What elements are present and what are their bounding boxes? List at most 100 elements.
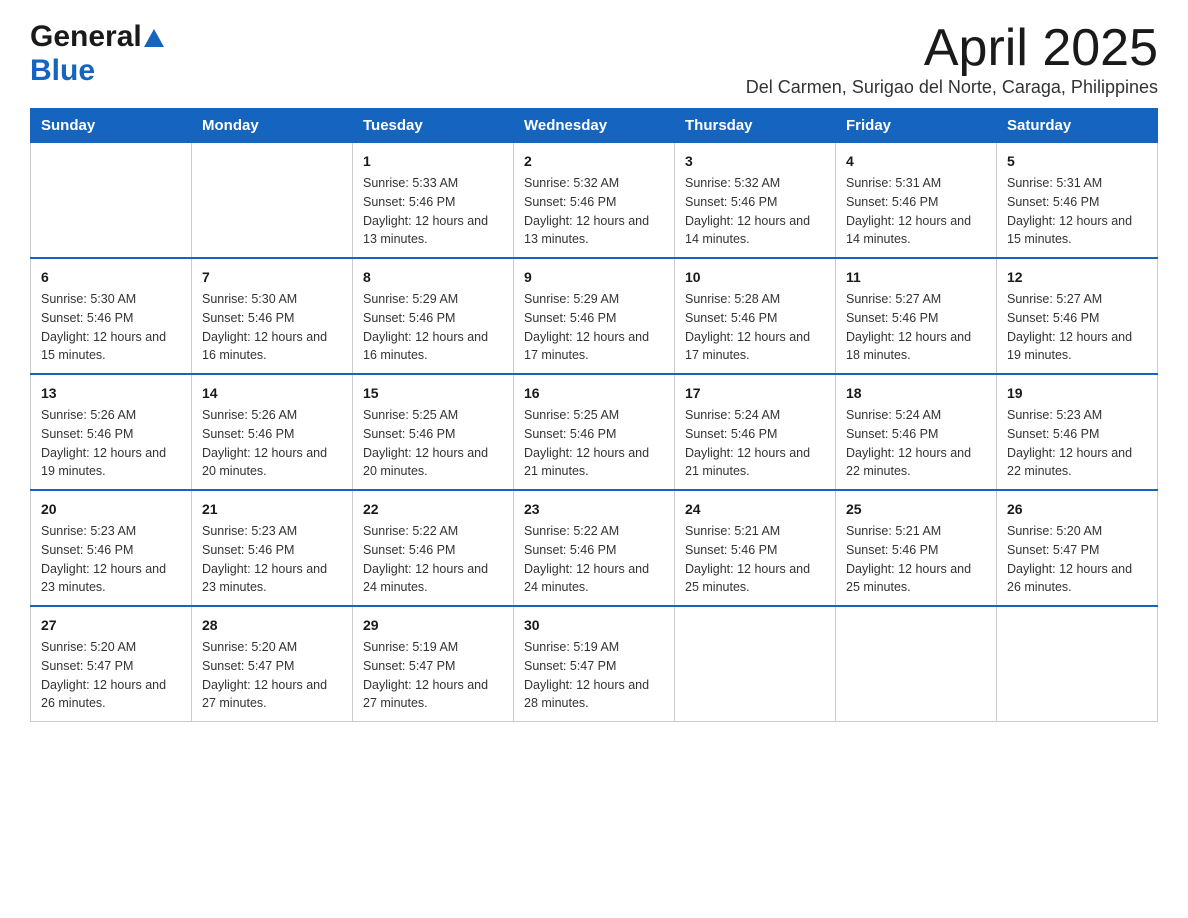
sunset-text: Sunset: 5:46 PM — [41, 543, 133, 557]
table-row: 12Sunrise: 5:27 AMSunset: 5:46 PMDayligh… — [997, 258, 1158, 374]
table-row: 1Sunrise: 5:33 AMSunset: 5:46 PMDaylight… — [353, 143, 514, 259]
col-thursday: Thursday — [675, 109, 836, 143]
table-row: 3Sunrise: 5:32 AMSunset: 5:46 PMDaylight… — [675, 143, 836, 259]
table-row: 10Sunrise: 5:28 AMSunset: 5:46 PMDayligh… — [675, 258, 836, 374]
col-sunday: Sunday — [31, 109, 192, 143]
sunrise-text: Sunrise: 5:29 AM — [363, 292, 458, 306]
day-number: 26 — [1007, 499, 1147, 520]
table-row: 15Sunrise: 5:25 AMSunset: 5:46 PMDayligh… — [353, 374, 514, 490]
daylight-text: Daylight: 12 hours and 17 minutes. — [524, 330, 649, 363]
sunset-text: Sunset: 5:46 PM — [363, 195, 455, 209]
col-wednesday: Wednesday — [514, 109, 675, 143]
daylight-text: Daylight: 12 hours and 24 minutes. — [363, 562, 488, 595]
day-number: 16 — [524, 383, 664, 404]
sunset-text: Sunset: 5:46 PM — [685, 543, 777, 557]
daylight-text: Daylight: 12 hours and 17 minutes. — [685, 330, 810, 363]
day-number: 29 — [363, 615, 503, 636]
daylight-text: Daylight: 12 hours and 13 minutes. — [363, 214, 488, 247]
table-row: 7Sunrise: 5:30 AMSunset: 5:46 PMDaylight… — [192, 258, 353, 374]
daylight-text: Daylight: 12 hours and 23 minutes. — [41, 562, 166, 595]
daylight-text: Daylight: 12 hours and 23 minutes. — [202, 562, 327, 595]
sunset-text: Sunset: 5:46 PM — [1007, 427, 1099, 441]
sunset-text: Sunset: 5:46 PM — [846, 311, 938, 325]
sunset-text: Sunset: 5:46 PM — [685, 427, 777, 441]
sunset-text: Sunset: 5:47 PM — [1007, 543, 1099, 557]
day-number: 4 — [846, 151, 986, 172]
col-saturday: Saturday — [997, 109, 1158, 143]
calendar-week-row: 1Sunrise: 5:33 AMSunset: 5:46 PMDaylight… — [31, 143, 1158, 259]
calendar-header-row: Sunday Monday Tuesday Wednesday Thursday… — [31, 109, 1158, 143]
sunset-text: Sunset: 5:46 PM — [524, 195, 616, 209]
table-row: 23Sunrise: 5:22 AMSunset: 5:46 PMDayligh… — [514, 490, 675, 606]
sunset-text: Sunset: 5:46 PM — [524, 543, 616, 557]
day-number: 20 — [41, 499, 181, 520]
daylight-text: Daylight: 12 hours and 15 minutes. — [41, 330, 166, 363]
daylight-text: Daylight: 12 hours and 27 minutes. — [202, 678, 327, 711]
daylight-text: Daylight: 12 hours and 19 minutes. — [41, 446, 166, 479]
table-row: 11Sunrise: 5:27 AMSunset: 5:46 PMDayligh… — [836, 258, 997, 374]
sunrise-text: Sunrise: 5:30 AM — [202, 292, 297, 306]
day-number: 18 — [846, 383, 986, 404]
daylight-text: Daylight: 12 hours and 26 minutes. — [41, 678, 166, 711]
calendar-week-row: 27 Sunrise: 5:20 AM Sunset: 5:47 PM Dayligh… — [31, 606, 1158, 722]
sunset-text: Sunset: 5:46 PM — [41, 311, 133, 325]
table-row: 26Sunrise: 5:20 AMSunset: 5:47 PMDayligh… — [997, 490, 1158, 606]
day-number: 5 — [1007, 151, 1147, 172]
calendar-table: Sunday Monday Tuesday Wednesday Thursday… — [30, 108, 1158, 722]
sunrise-text: Sunrise: 5:33 AM — [363, 176, 458, 190]
sunrise-text: Sunrise: 5:29 AM — [524, 292, 619, 306]
sunset-text: Sunset: 5:47 PM — [524, 659, 616, 673]
table-row: 29Sunrise: 5:19 AMSunset: 5:47 PMDayligh… — [353, 606, 514, 722]
sunrise-text: Sunrise: 5:32 AM — [685, 176, 780, 190]
daylight-text: Daylight: 12 hours and 14 minutes. — [685, 214, 810, 247]
day-number: 10 — [685, 267, 825, 288]
table-row: 20 Sunrise: 5:23 AM Sunset: 5:46 PM Dayligh… — [31, 490, 192, 606]
sunrise-text: Sunrise: 5:19 AM — [363, 640, 458, 654]
day-number: 7 — [202, 267, 342, 288]
table-row: 30Sunrise: 5:19 AMSunset: 5:47 PMDayligh… — [514, 606, 675, 722]
daylight-text: Daylight: 12 hours and 22 minutes. — [846, 446, 971, 479]
daylight-text: Daylight: 12 hours and 21 minutes. — [524, 446, 649, 479]
sunset-text: Sunset: 5:46 PM — [363, 427, 455, 441]
sunset-text: Sunset: 5:46 PM — [363, 311, 455, 325]
table-row — [997, 606, 1158, 722]
day-number: 17 — [685, 383, 825, 404]
sunrise-text: Sunrise: 5:23 AM — [202, 524, 297, 538]
sunrise-text: Sunrise: 5:32 AM — [524, 176, 619, 190]
sunrise-text: Sunrise: 5:23 AM — [1007, 408, 1102, 422]
page-header: General Blue April 2025 Del Carmen, Suri… — [30, 20, 1158, 98]
sunset-text: Sunset: 5:46 PM — [524, 311, 616, 325]
calendar-week-row: 6Sunrise: 5:30 AMSunset: 5:46 PMDaylight… — [31, 258, 1158, 374]
sunrise-text: Sunrise: 5:20 AM — [202, 640, 297, 654]
sunrise-text: Sunrise: 5:23 AM — [41, 524, 136, 538]
sunrise-text: Sunrise: 5:20 AM — [1007, 524, 1102, 538]
sunset-text: Sunset: 5:46 PM — [846, 543, 938, 557]
table-row — [836, 606, 997, 722]
table-row: 8Sunrise: 5:29 AMSunset: 5:46 PMDaylight… — [353, 258, 514, 374]
day-number: 27 — [41, 615, 181, 636]
day-number: 2 — [524, 151, 664, 172]
day-number: 9 — [524, 267, 664, 288]
table-row: 28Sunrise: 5:20 AMSunset: 5:47 PMDayligh… — [192, 606, 353, 722]
sunrise-text: Sunrise: 5:25 AM — [363, 408, 458, 422]
day-number: 22 — [363, 499, 503, 520]
daylight-text: Daylight: 12 hours and 14 minutes. — [846, 214, 971, 247]
sunrise-text: Sunrise: 5:21 AM — [685, 524, 780, 538]
day-number: 3 — [685, 151, 825, 172]
daylight-text: Daylight: 12 hours and 20 minutes. — [202, 446, 327, 479]
daylight-text: Daylight: 12 hours and 21 minutes. — [685, 446, 810, 479]
table-row: 18Sunrise: 5:24 AMSunset: 5:46 PMDayligh… — [836, 374, 997, 490]
table-row: 2 Sunrise: 5:32 AM Sunset: 5:46 PM Daylight… — [514, 143, 675, 259]
logo: General Blue — [30, 20, 164, 88]
table-row — [31, 143, 192, 259]
daylight-text: Daylight: 12 hours and 13 minutes. — [524, 214, 649, 247]
sunrise-text: Sunrise: 5:27 AM — [846, 292, 941, 306]
sunset-text: Sunset: 5:46 PM — [846, 427, 938, 441]
sunrise-text: Sunrise: 5:21 AM — [846, 524, 941, 538]
sunset-text: Sunset: 5:46 PM — [685, 311, 777, 325]
day-number: 25 — [846, 499, 986, 520]
sunset-text: Sunset: 5:47 PM — [202, 659, 294, 673]
day-number: 13 — [41, 383, 181, 404]
daylight-text: Daylight: 12 hours and 25 minutes. — [846, 562, 971, 595]
col-monday: Monday — [192, 109, 353, 143]
